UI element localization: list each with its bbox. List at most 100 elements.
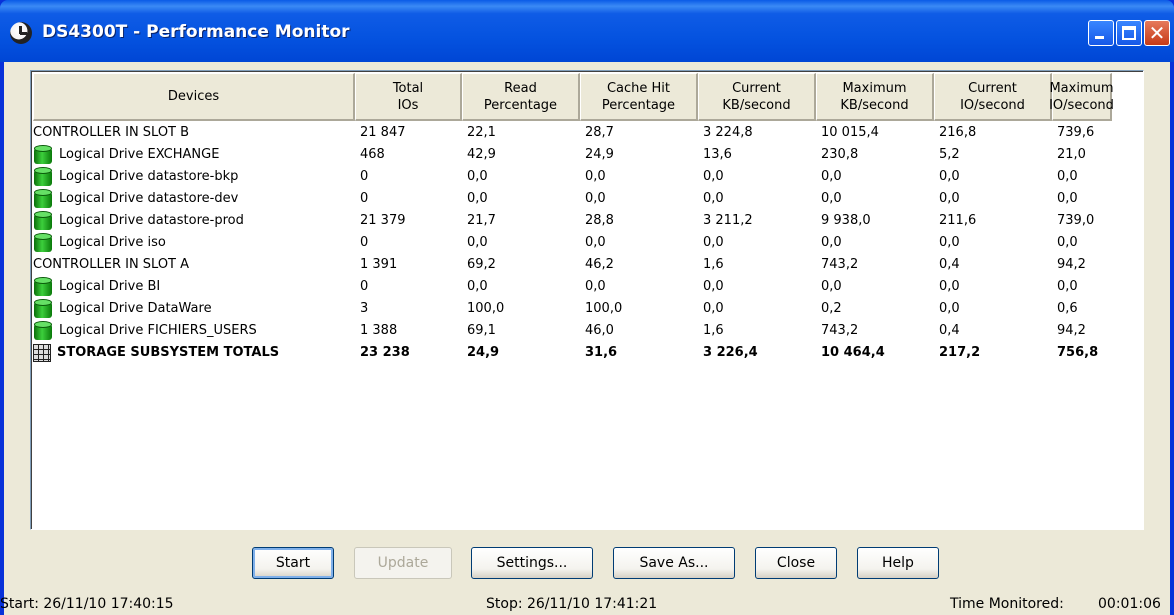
value-cell-curio: 211,6 xyxy=(939,213,977,228)
column-header[interactable]: Current IO/second xyxy=(934,73,1052,121)
table-row[interactable]: Logical Drive datastore-dev 0 0,0 0,0 0,0 0,0… xyxy=(33,188,1112,210)
value-cell-maxio: 739,6 xyxy=(1057,125,1095,140)
value-cell-maxio: 0,0 xyxy=(1057,279,1078,294)
device-name: CONTROLLER IN SLOT A xyxy=(33,257,190,272)
table-row[interactable]: STORAGE SUBSYSTEM TOTALS 23 238 24,9 31,6 3 … xyxy=(33,342,1112,364)
value-cell-maxio: 0,0 xyxy=(1057,235,1078,250)
device-name: Logical Drive datastore-prod xyxy=(59,213,244,228)
performance-table[interactable]: Devices Total IOs Read Percentage Cache Hit Pe… xyxy=(30,70,1144,530)
stop-time-label: Stop: 26/11/10 17:41:21 xyxy=(486,596,658,612)
device-cell: CONTROLLER IN SLOT A xyxy=(33,254,355,276)
value-cell-curio: 5,2 xyxy=(939,147,960,162)
logical-drive-icon xyxy=(33,321,53,341)
update-button: Update xyxy=(354,547,452,579)
value-cell-curio: 0,0 xyxy=(939,235,960,250)
column-header-line1: Current xyxy=(732,80,781,96)
value-cell-curio: 0,0 xyxy=(939,279,960,294)
value-cell-maxkb: 743,2 xyxy=(821,257,859,272)
column-header-line1: Maximum xyxy=(1049,80,1114,96)
settings-button[interactable]: Settings... xyxy=(471,547,593,579)
value-cell-maxkb: 10 015,4 xyxy=(821,125,879,140)
value-cell-read: 69,2 xyxy=(467,257,496,272)
value-cell-read: 0,0 xyxy=(467,191,488,206)
value-cell-cache: 28,7 xyxy=(585,125,614,140)
value-cell-maxkb: 0,0 xyxy=(821,235,842,250)
column-header[interactable]: Devices xyxy=(33,73,355,121)
column-header-line1: Read xyxy=(504,80,537,96)
value-cell-curio: 0,0 xyxy=(939,169,960,184)
table-row[interactable]: Logical Drive datastore-prod 21 379 21,7 28… xyxy=(33,210,1112,232)
performance-monitor-window: DS4300T - Performance Monitor ✕ Devices T… xyxy=(0,0,1174,615)
table-row[interactable]: Logical Drive DataWare 3 100,0 100,0 0,0 0,2 0… xyxy=(33,298,1112,320)
value-cell-cache: 0,0 xyxy=(585,235,606,250)
column-header[interactable]: Maximum IO/second xyxy=(1049,73,1114,121)
close-button[interactable]: Close xyxy=(755,547,837,579)
value-cell-cache: 24,9 xyxy=(585,147,614,162)
value-cell-curio: 0,4 xyxy=(939,257,960,272)
device-cell: Logical Drive datastore-dev xyxy=(33,188,355,210)
value-cell-maxkb: 743,2 xyxy=(821,323,859,338)
value-cell-curkb: 0,0 xyxy=(703,301,724,316)
value-cell-cache: 46,2 xyxy=(585,257,614,272)
value-cell-read: 24,9 xyxy=(467,345,500,360)
table-row[interactable]: CONTROLLER IN SLOT A 1 391 69,2 46,2 1,6 743,… xyxy=(33,254,1112,276)
device-cell: Logical Drive datastore-prod xyxy=(33,210,355,232)
value-cell-cache: 46,0 xyxy=(585,323,614,338)
start-time-label: Start: 26/11/10 17:40:15 xyxy=(0,596,174,612)
value-cell-maxkb: 0,0 xyxy=(821,279,842,294)
column-header-line1: Current xyxy=(968,80,1017,96)
value-cell-cache: 0,0 xyxy=(585,191,606,206)
logical-drive-icon xyxy=(33,189,53,209)
close-window-button[interactable]: ✕ xyxy=(1144,20,1170,46)
table-row[interactable]: CONTROLLER IN SLOT B 21 847 22,1 28,7 3 224,… xyxy=(33,122,1112,144)
logical-drive-icon xyxy=(33,277,53,297)
value-cell-total: 0 xyxy=(360,191,369,206)
value-cell-maxkb: 0,0 xyxy=(821,169,842,184)
column-header[interactable]: Current KB/second xyxy=(698,73,816,121)
start-button[interactable]: Start xyxy=(252,547,334,579)
save-as-button[interactable]: Save As... xyxy=(613,547,735,579)
column-header[interactable]: Total IOs xyxy=(355,73,462,121)
value-cell-curio: 216,8 xyxy=(939,125,977,140)
stopwatch-icon xyxy=(10,22,32,44)
value-cell-maxio: 94,2 xyxy=(1057,257,1086,272)
device-cell: STORAGE SUBSYSTEM TOTALS xyxy=(33,342,355,364)
value-cell-cache: 0,0 xyxy=(585,279,606,294)
value-cell-maxio: 0,6 xyxy=(1057,301,1078,316)
table-row[interactable]: Logical Drive BI 0 0,0 0,0 0,0 0,0 0,0 0,0 xyxy=(33,276,1112,298)
value-cell-curio: 0,0 xyxy=(939,191,960,206)
device-name: Logical Drive iso xyxy=(59,235,166,250)
device-name: Logical Drive BI xyxy=(59,279,161,294)
value-cell-total: 0 xyxy=(360,235,369,250)
value-cell-read: 0,0 xyxy=(467,235,488,250)
value-cell-read: 69,1 xyxy=(467,323,496,338)
column-header[interactable]: Cache Hit Percentage xyxy=(580,73,698,121)
table-row[interactable]: Logical Drive FICHIERS_USERS 1 388 69,1 46,… xyxy=(33,320,1112,342)
value-cell-maxkb: 0,0 xyxy=(821,191,842,206)
value-cell-cache: 100,0 xyxy=(585,301,623,316)
value-cell-curkb: 0,0 xyxy=(703,169,724,184)
value-cell-cache: 0,0 xyxy=(585,169,606,184)
help-button[interactable]: Help xyxy=(857,547,939,579)
table-body: CONTROLLER IN SLOT B 21 847 22,1 28,7 3 224,… xyxy=(33,122,1112,364)
column-header-line1: Cache Hit xyxy=(606,80,671,96)
column-header[interactable]: Read Percentage xyxy=(462,73,580,121)
table-row[interactable]: Logical Drive datastore-bkp 0 0,0 0,0 0,0 0,0… xyxy=(33,166,1112,188)
value-cell-read: 42,9 xyxy=(467,147,496,162)
value-cell-read: 21,7 xyxy=(467,213,496,228)
table-row[interactable]: Logical Drive iso 0 0,0 0,0 0,0 0,0 0,0 0,0 xyxy=(33,232,1112,254)
value-cell-maxkb: 230,8 xyxy=(821,147,859,162)
column-header-line2: KB/second xyxy=(722,97,791,113)
value-cell-read: 0,0 xyxy=(467,169,488,184)
maximize-button[interactable] xyxy=(1116,20,1142,46)
value-cell-maxio: 0,0 xyxy=(1057,191,1078,206)
table-row[interactable]: Logical Drive EXCHANGE 468 42,9 24,9 13,6 230… xyxy=(33,144,1112,166)
title-bar[interactable]: DS4300T - Performance Monitor ✕ xyxy=(0,0,1174,62)
value-cell-curkb: 0,0 xyxy=(703,191,724,206)
value-cell-total: 21 847 xyxy=(360,125,406,140)
minimize-button[interactable] xyxy=(1088,20,1114,46)
column-header[interactable]: Maximum KB/second xyxy=(816,73,934,121)
maximize-icon xyxy=(1122,26,1136,40)
value-cell-curkb: 13,6 xyxy=(703,147,732,162)
value-cell-total: 3 xyxy=(360,301,369,316)
